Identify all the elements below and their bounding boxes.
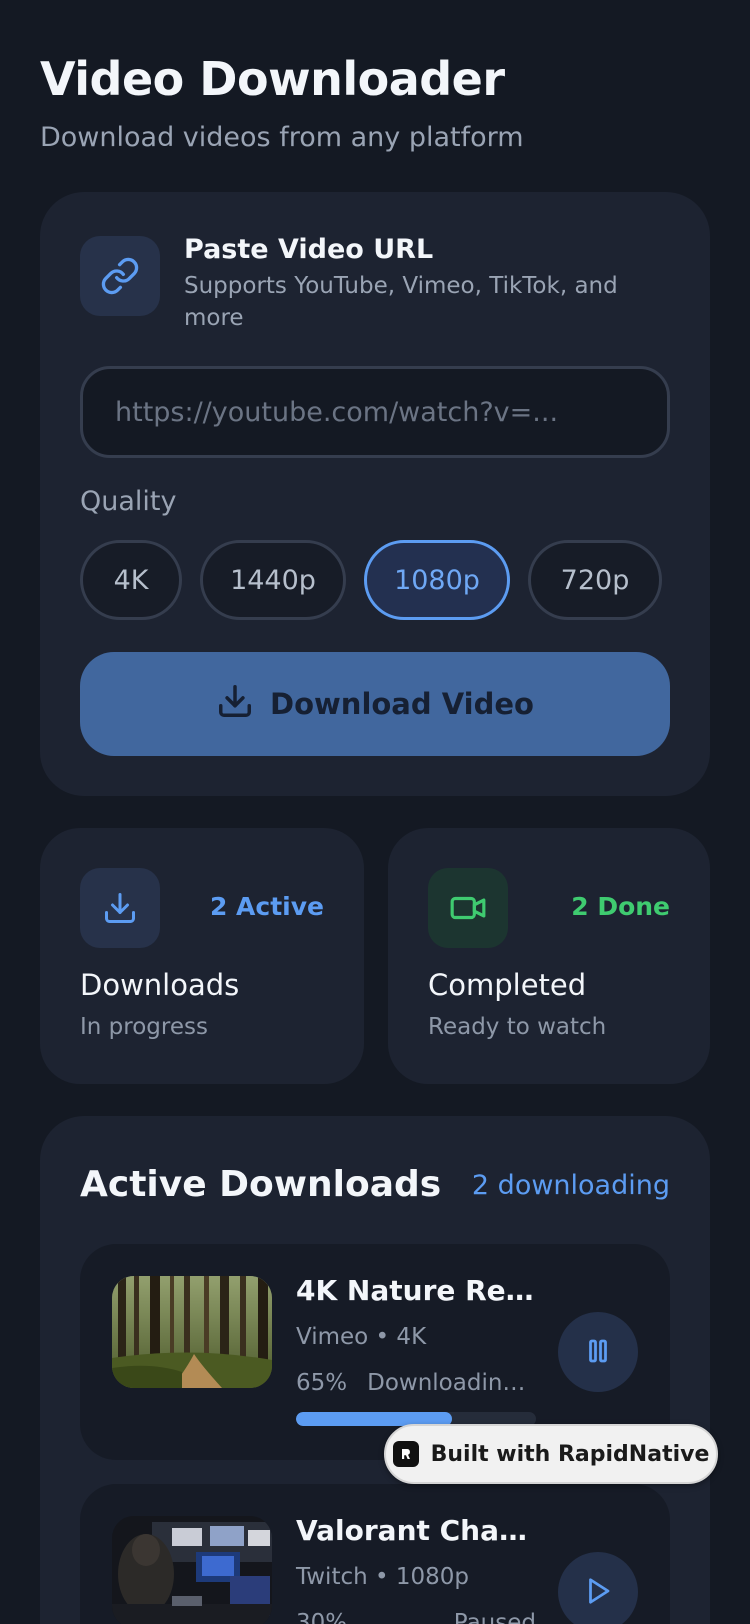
url-card-description: Supports YouTube, Vimeo, TikTok, and mor… bbox=[184, 273, 618, 331]
download-meta: Twitch • 1080p bbox=[296, 1564, 470, 1590]
downloads-stat-title: Downloads bbox=[80, 968, 240, 1002]
download-icon bbox=[216, 682, 254, 727]
active-downloads-section: Active Downloads 2 downloading 4K Nature… bbox=[40, 1116, 710, 1624]
download-status: Downloading... bbox=[367, 1370, 536, 1396]
progress-percent: 65% bbox=[296, 1370, 348, 1396]
quality-option-1080p[interactable]: 1080p bbox=[364, 540, 510, 620]
quality-option-1440p[interactable]: 1440p bbox=[200, 540, 346, 620]
download-title: 4K Nature Rela... bbox=[296, 1274, 536, 1307]
downloads-stat-description: In progress bbox=[80, 1014, 208, 1040]
completed-stat-title: Completed bbox=[428, 968, 587, 1002]
url-input[interactable] bbox=[80, 366, 670, 458]
download-meta: Vimeo • 4K bbox=[296, 1324, 427, 1350]
gaming-setup-thumbnail bbox=[112, 1516, 272, 1624]
download-title: Valorant Cham... bbox=[296, 1514, 536, 1547]
built-with-badge[interactable]: Built with RapidNative bbox=[384, 1424, 718, 1484]
download-status: Paused bbox=[453, 1610, 536, 1624]
rapidnative-logo-icon bbox=[392, 1441, 419, 1467]
progress-info: 65% Downloading... bbox=[296, 1370, 536, 1396]
forest-thumbnail bbox=[112, 1276, 272, 1388]
app-screen: Video Downloader Download videos from an… bbox=[0, 0, 750, 1624]
quality-option-720p[interactable]: 720p bbox=[528, 540, 662, 620]
quality-selector: 4K 1440p 1080p 720p bbox=[80, 540, 670, 622]
quality-option-4k[interactable]: 4K bbox=[80, 540, 182, 620]
video-camera-icon bbox=[428, 868, 508, 948]
download-item[interactable]: Valorant Cham... Twitch • 1080p 30% Paus… bbox=[80, 1484, 670, 1624]
page-title: Video Downloader bbox=[40, 52, 505, 106]
progress-percent: 30% bbox=[296, 1610, 348, 1624]
built-with-label: Built with RapidNative bbox=[430, 1441, 710, 1467]
done-count-badge: 2 Done bbox=[571, 892, 670, 921]
pause-button[interactable] bbox=[558, 1312, 638, 1392]
url-card-title: Paste Video URL bbox=[184, 234, 434, 265]
downloads-stat-card[interactable]: 2 Active Downloads In progress bbox=[40, 828, 364, 1084]
link-icon bbox=[80, 236, 160, 316]
active-downloads-title: Active Downloads bbox=[80, 1164, 442, 1205]
download-video-button[interactable]: Download Video bbox=[80, 652, 670, 756]
pause-icon bbox=[583, 1336, 613, 1369]
page-subtitle: Download videos from any platform bbox=[40, 122, 524, 153]
quality-label: Quality bbox=[80, 486, 177, 517]
play-button[interactable] bbox=[558, 1552, 638, 1624]
completed-stat-card[interactable]: 2 Done Completed Ready to watch bbox=[388, 828, 710, 1084]
downloading-count: 2 downloading bbox=[471, 1170, 670, 1201]
completed-stat-description: Ready to watch bbox=[428, 1014, 607, 1040]
download-button-label: Download Video bbox=[270, 687, 534, 721]
download-icon bbox=[80, 868, 160, 948]
url-input-card: Paste Video URL Supports YouTube, Vimeo,… bbox=[40, 192, 710, 796]
active-count-badge: 2 Active bbox=[209, 892, 324, 921]
progress-info: 30% Paused bbox=[296, 1610, 536, 1624]
play-icon bbox=[583, 1576, 613, 1609]
